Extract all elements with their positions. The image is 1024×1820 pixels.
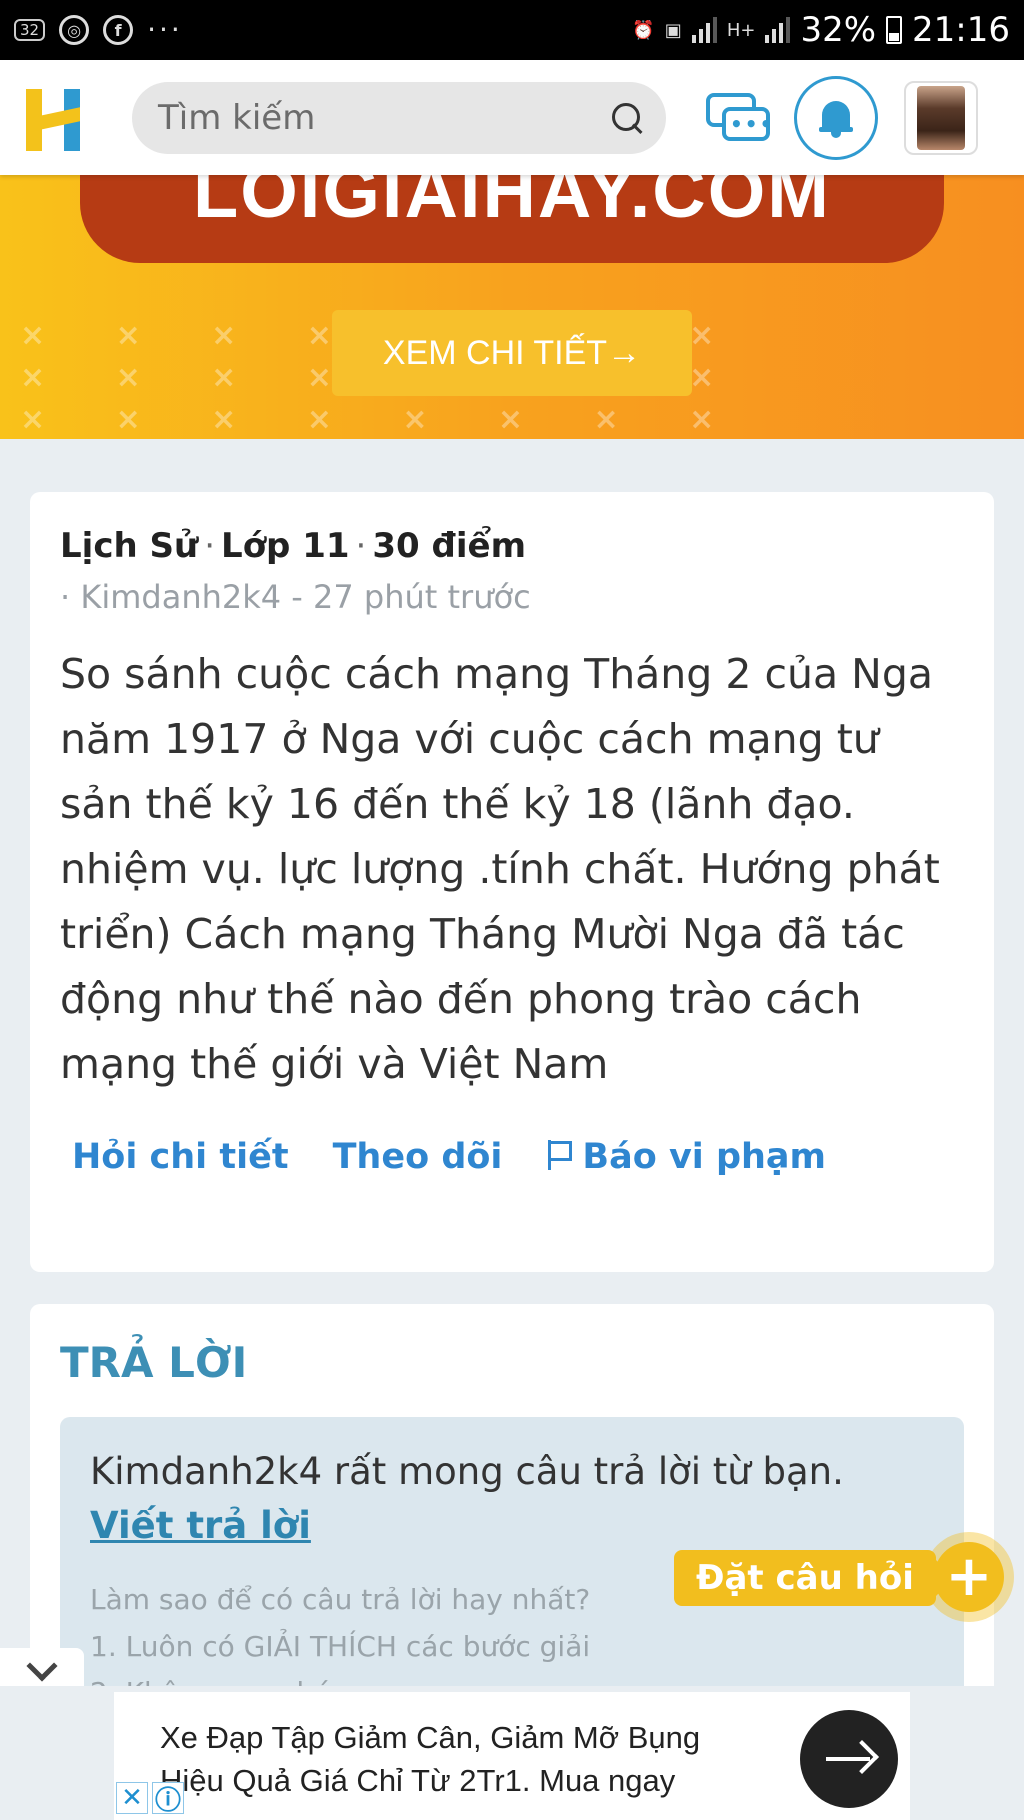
search-placeholder: Tìm kiếm <box>158 97 316 138</box>
notification-count-icon: 32 <box>14 19 46 41</box>
signal-icon <box>691 17 717 43</box>
answer-section-title: TRẢ LỜI <box>60 1338 248 1387</box>
ask-question-button[interactable]: + <box>924 1532 1014 1622</box>
status-bar: 32 ◎ f ··· ⏰ ▣ H+ 32% 21:16 <box>0 0 1024 60</box>
profile-button[interactable] <box>904 80 978 155</box>
grade-label[interactable]: Lớp 11 <box>221 526 350 566</box>
answer-card: TRẢ LỜI Kimdanh2k4 rất mong câu trả lời … <box>30 1304 994 1707</box>
ad-text: Xe Đạp Tập Giảm Cân, Giảm Mỡ Bụng Hiệu Q… <box>160 1716 760 1802</box>
answer-prompt-text: Kimdanh2k4 rất mong câu trả lời từ bạn. <box>90 1450 844 1493</box>
search-icon[interactable] <box>610 101 644 135</box>
alarm-icon: ⏰ <box>632 19 655 41</box>
question-meta: Lịch Sử · Lớp 11 · 30 điểm <box>60 526 526 566</box>
author-line: · Kimdanh2k4 - 27 phút trước <box>60 578 531 616</box>
app-header: Tìm kiếm ••• <box>0 60 1024 175</box>
ad-line-2: Hiệu Quả Giá Chỉ Từ 2Tr1. Mua ngay <box>160 1763 676 1798</box>
ad-close-icon[interactable]: ✕ <box>116 1782 148 1814</box>
battery-percent: 32% <box>800 10 877 50</box>
hoidap-logo-icon[interactable] <box>24 83 86 153</box>
avatar <box>917 85 965 150</box>
ask-question-label[interactable]: Đặt câu hỏi <box>674 1550 954 1606</box>
facebook-icon: f <box>103 15 134 45</box>
notifications-button[interactable] <box>794 75 878 160</box>
arrow-right-icon[interactable] <box>800 1710 898 1808</box>
more-notifications-icon: ··· <box>147 13 183 46</box>
points-label: 30 điểm <box>372 526 526 566</box>
ad-controls: ✕ ⓘ <box>116 1782 184 1816</box>
clock: 21:16 <box>912 10 1010 50</box>
subject-label[interactable]: Lịch Sử <box>60 526 198 566</box>
sim-icon: ▣ <box>664 19 682 41</box>
write-answer-link[interactable]: Viết trả lời <box>90 1504 311 1547</box>
banner-detail-button[interactable]: XEM CHI TIẾT→ <box>332 310 692 396</box>
report-label: Báo vi phạm <box>582 1137 827 1177</box>
report-link[interactable]: Báo vi phạm <box>546 1137 826 1177</box>
question-actions: Hỏi chi tiết Theo dõi Báo vi phạm <box>60 1137 964 1177</box>
follow-link[interactable]: Theo dõi <box>333 1137 503 1177</box>
ask-detail-link[interactable]: Hỏi chi tiết <box>72 1137 289 1177</box>
answer-prompt: Kimdanh2k4 rất mong câu trả lời từ bạn. … <box>90 1445 934 1553</box>
bottom-ad: Xe Đạp Tập Giảm Cân, Giảm Mỡ Bụng Hiệu Q… <box>0 1686 1024 1820</box>
ad-content[interactable]: Xe Đạp Tập Giảm Cân, Giảm Mỡ Bụng Hiệu Q… <box>114 1692 910 1820</box>
flag-icon <box>546 1140 573 1170</box>
question-text: So sánh cuộc cách mạng Tháng 2 của Nga n… <box>60 650 940 1088</box>
battery-icon <box>886 16 903 44</box>
promo-banner[interactable]: × × × × × × × ×× × × × × × × ×× × × × × … <box>0 175 1024 439</box>
tip-item: 1. Luôn có GIẢI THÍCH các bước giải <box>90 1630 591 1663</box>
ad-line-1: Xe Đạp Tập Giảm Cân, Giảm Mỡ Bụng <box>160 1720 701 1755</box>
question-card: Lịch Sử · Lớp 11 · 30 điểm · Kimdanh2k4 - 27… <box>30 492 994 1272</box>
messages-icon[interactable]: ••• <box>706 89 772 147</box>
bell-icon <box>819 99 853 138</box>
banner-title: LOIGIAIHAY.COM <box>193 175 831 233</box>
signal-icon-2 <box>765 17 791 43</box>
network-type: H+ <box>726 19 756 41</box>
ad-info-icon[interactable]: ⓘ <box>152 1782 184 1816</box>
chrome-icon: ◎ <box>59 15 90 45</box>
search-input[interactable]: Tìm kiếm <box>132 81 666 154</box>
plus-icon: + <box>934 1542 1004 1612</box>
chevron-down-icon <box>26 1650 58 1682</box>
